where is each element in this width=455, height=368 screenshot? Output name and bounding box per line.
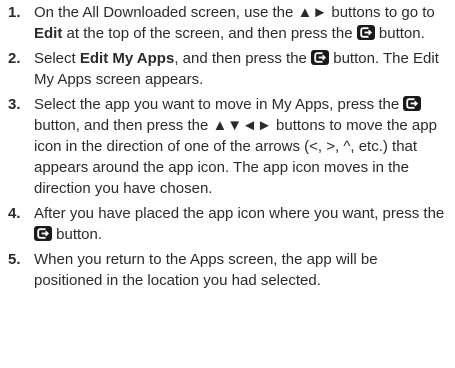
step-text-segment: , and then press the <box>174 50 312 67</box>
step-text: After you have placed the app icon where… <box>34 203 455 245</box>
step-number: 2. <box>8 50 21 67</box>
instruction-steps: 1. On the All Downloaded screen, use the … <box>0 0 455 291</box>
step-text-segment: On the All Downloaded screen, use the ▲►… <box>34 4 435 21</box>
enter-icon <box>356 25 375 40</box>
step-text-segment: at the top of the screen, and then press… <box>62 25 357 42</box>
enter-icon <box>34 226 52 241</box>
step-1: 1. On the All Downloaded screen, use the … <box>0 2 455 44</box>
step-text-segment: Select <box>34 50 80 67</box>
step-2: 2. Select Edit My Apps, and then press th… <box>0 48 455 90</box>
step-3: 3. Select the app you want to move in My … <box>0 94 455 199</box>
bold-term: Edit <box>34 25 63 42</box>
step-number: 3. <box>8 96 21 113</box>
step-text-segment: button, and then press the ▲▼◄► buttons … <box>34 117 437 197</box>
step-text-segment: button. <box>52 226 103 243</box>
step-text: Select Edit My Apps, and then press the … <box>34 48 455 90</box>
step-number: 1. <box>8 4 21 21</box>
step-text-segment: button. <box>374 25 425 42</box>
bold-term: Edit My Apps <box>79 50 175 67</box>
step-5: 5. When you return to the Apps screen, th… <box>0 249 455 291</box>
enter-icon <box>403 96 422 111</box>
step-text: On the All Downloaded screen, use the ▲►… <box>34 2 455 44</box>
step-number: 5. <box>8 251 21 268</box>
enter-icon <box>311 50 330 65</box>
step-text-segment: After you have placed the app icon where… <box>34 205 445 222</box>
step-4: 4. After you have placed the app icon whe… <box>0 203 455 245</box>
step-text-segment: Select the app you want to move in My Ap… <box>34 96 404 113</box>
step-number: 4. <box>8 205 21 222</box>
step-text-segment: When you return to the Apps screen, the … <box>34 251 378 289</box>
step-text: When you return to the Apps screen, the … <box>34 249 455 291</box>
step-text: Select the app you want to move in My Ap… <box>34 94 455 199</box>
